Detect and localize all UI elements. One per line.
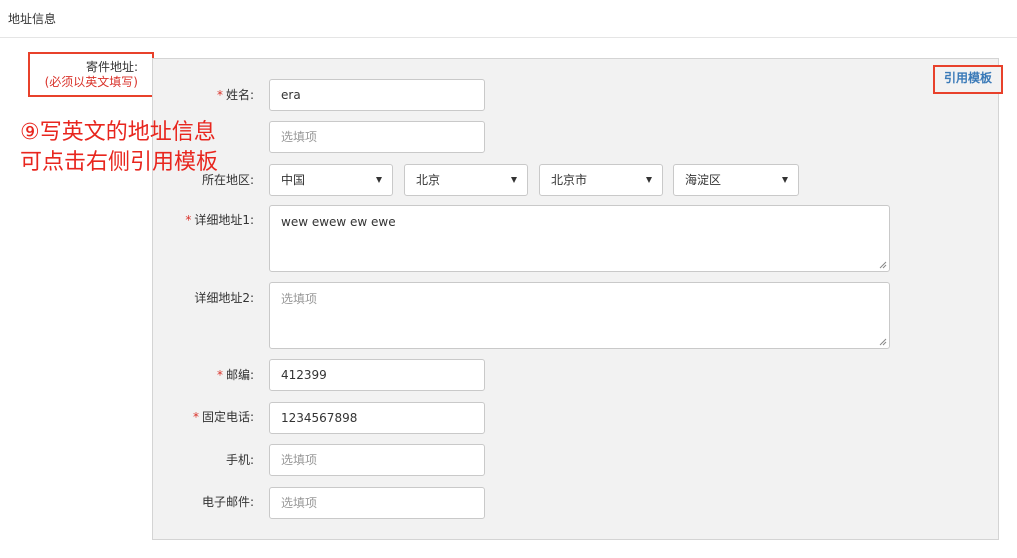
annotation-line-2: 可点击右侧引用模板 (20, 150, 219, 175)
postcode-input[interactable]: 412399 (269, 359, 485, 391)
required-mark: * (192, 410, 199, 424)
address2-textarea[interactable]: 选填项 (269, 282, 890, 349)
province-value: 北京 (416, 173, 441, 187)
mobile-label: 手机: (225, 453, 254, 467)
address2-label: 详细地址2: (194, 291, 254, 305)
district-value: 海淀区 (685, 173, 722, 187)
phone-label: * 固定电话: (192, 410, 254, 424)
chevron-down-icon (782, 177, 788, 183)
postcode-label: * 邮编: (216, 368, 254, 382)
required-mark: * (216, 368, 223, 382)
english-required-note: (必须以英文填写) (44, 75, 138, 89)
use-template-button[interactable]: 引用模板 (933, 65, 1003, 94)
address1-textarea[interactable]: wew ewew ew ewe (269, 205, 890, 272)
section-title: 地址信息 (8, 12, 57, 26)
resize-grip-icon[interactable] (879, 261, 887, 269)
city-select[interactable]: 北京市 (539, 164, 663, 196)
address1-label: * 详细地址1: (185, 213, 254, 227)
required-mark: * (185, 213, 192, 227)
address2-placeholder: 选填项 (281, 292, 318, 306)
phone-input[interactable]: 1234567898 (269, 402, 485, 434)
required-mark: * (216, 88, 223, 102)
email-label: 电子邮件: (201, 495, 254, 509)
chevron-down-icon (376, 177, 382, 183)
sender-address-label: 寄件地址: (85, 60, 138, 74)
annotation-line-1: ⑨写英文的地址信息 (20, 120, 216, 145)
name-label: * 姓名: (216, 88, 254, 102)
resize-grip-icon[interactable] (879, 338, 887, 346)
name-input[interactable]: era (269, 79, 485, 111)
mobile-input[interactable]: 选填项 (269, 444, 485, 476)
address1-value: wew ewew ew ewe (281, 215, 396, 229)
country-select[interactable]: 中国 (269, 164, 393, 196)
email-input[interactable]: 选填项 (269, 487, 485, 519)
optional-name-input[interactable]: 选填项 (269, 121, 485, 153)
chevron-down-icon (511, 177, 517, 183)
district-select[interactable]: 海淀区 (673, 164, 799, 196)
tutorial-annotation: ⑨写英文的地址信息 可点击右侧引用模板 (20, 118, 218, 178)
province-select[interactable]: 北京 (404, 164, 528, 196)
country-value: 中国 (281, 173, 306, 187)
chevron-down-icon (646, 177, 652, 183)
section-header: 地址信息 (0, 0, 1017, 38)
city-value: 北京市 (551, 173, 588, 187)
